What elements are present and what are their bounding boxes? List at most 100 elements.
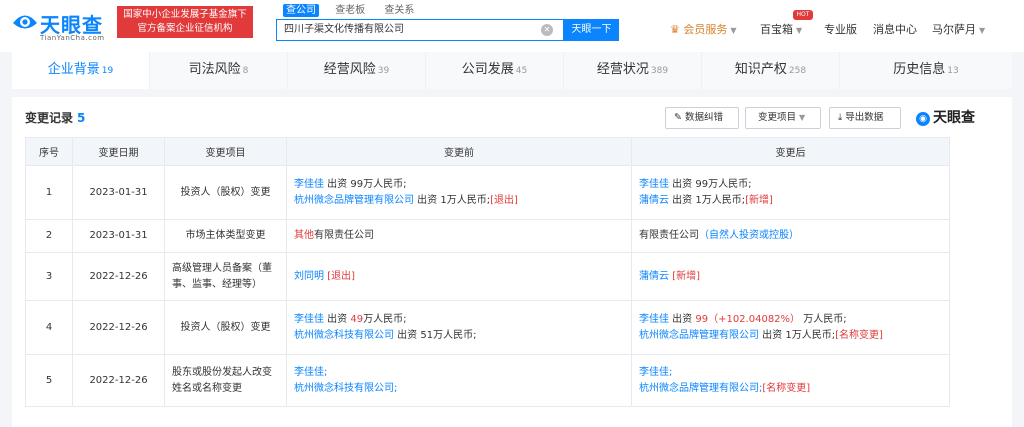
tab-count: 8 — [242, 66, 249, 76]
section-title: 变更记录 5 — [25, 109, 85, 126]
person-link[interactable]: 李佳佳 — [639, 179, 669, 190]
table-row: 2 2023-01-31 市场主体类型变更 其他有限责任公司 有限责任公司（自然… — [25, 219, 950, 253]
company-link[interactable]: 杭州微念品牌管理有限公司; — [639, 383, 762, 394]
person-link[interactable]: 李佳佳; — [294, 367, 327, 378]
cell-item: 投资人（股权）变更 — [164, 300, 287, 355]
tab-history[interactable]: 历史信息 13 — [840, 52, 1012, 89]
logo[interactable]: 天眼查 TianYanCha.com — [10, 8, 114, 42]
tab-label: 经营风险 — [323, 62, 376, 77]
logo-subtitle: TianYanCha.com — [40, 34, 105, 42]
person-link[interactable]: 蒲倩云 — [639, 271, 669, 282]
table-row: 3 2022-12-26 高级管理人员备案（董事、监事、经理等） 刘同明 [退出… — [25, 252, 950, 301]
nav-messages[interactable]: 消息中心 — [873, 22, 917, 38]
tab-operations[interactable]: 经营状况 389 — [564, 52, 702, 89]
change-records-table: 序号 变更日期 变更项目 变更前 变更后 1 2023-01-31 投资人（股权… — [25, 137, 950, 407]
col-header-date: 变更日期 — [72, 137, 165, 166]
cell-text: 出资 1万人民币; — [759, 329, 836, 341]
tab-count: 389 — [650, 66, 669, 76]
status-tag: [名称变更] — [762, 382, 811, 394]
tab-count: 13 — [947, 66, 959, 76]
cell-date: 2023-01-31 — [72, 219, 165, 253]
cell-no: 2 — [25, 219, 73, 253]
person-link[interactable]: 蒲倩云 — [639, 195, 669, 206]
cell-after: 李佳佳 出资 99（+102.04082%） 万人民币; 杭州微念品牌管理有限公… — [631, 300, 950, 355]
removed-text: 其他 — [294, 230, 314, 241]
chevron-down-icon: ▼ — [799, 113, 806, 122]
person-link[interactable]: 李佳佳 — [639, 314, 669, 325]
brand-label: 天眼查 — [933, 110, 975, 126]
amount-text: 49 — [350, 313, 364, 325]
nav-user-label: 马尔萨月 — [932, 23, 976, 36]
export-data-button[interactable]: ⤓ 导出数据 — [829, 107, 901, 129]
cell-no: 1 — [25, 165, 73, 220]
company-link[interactable]: 杭州微念品牌管理有限公司 — [639, 330, 759, 341]
person-link[interactable]: 李佳佳; — [639, 367, 672, 378]
search-tab-company[interactable]: 查公司 — [283, 4, 319, 17]
logo-eye-icon — [13, 15, 37, 29]
company-link[interactable]: 杭州微念科技有限公司 — [294, 330, 394, 341]
cell-text: 有限责任公司 — [639, 230, 699, 241]
tab-label: 企业背景 — [47, 62, 100, 77]
nav-user[interactable]: 马尔萨月 ▼ — [932, 22, 985, 38]
search-type-tabs: 查公司 查老板 查关系 — [283, 4, 427, 18]
person-link[interactable]: 刘同明 — [294, 271, 324, 282]
tab-legal-risk[interactable]: 司法风险 8 — [150, 52, 288, 89]
nav-vip-label: 会员服务 — [683, 23, 728, 36]
nav-pro[interactable]: 专业版 — [824, 22, 857, 38]
gov-badge: 国家中小企业发展子基金旗下 官方备案企业征信机构 — [117, 6, 253, 38]
cell-no: 3 — [25, 252, 73, 301]
search-tab-relation[interactable]: 查关系 — [381, 4, 417, 17]
cell-before: 李佳佳; 杭州微念科技有限公司; — [286, 354, 632, 407]
tab-ip[interactable]: 知识产权 258 — [702, 52, 840, 89]
cell-item: 股东或股份发起人改变姓名或名称变更 — [164, 354, 287, 407]
tab-count: 258 — [788, 66, 807, 76]
change-item-filter[interactable]: 变更项目 ▼ — [745, 107, 821, 129]
person-link[interactable]: 李佳佳 — [294, 179, 324, 190]
chevron-down-icon: ▼ — [730, 26, 737, 35]
cell-text: 出资 1万人民币; — [669, 194, 746, 206]
tab-background[interactable]: 企业背景 19 — [12, 52, 150, 89]
hot-badge: HOT — [793, 10, 813, 20]
cell-no: 5 — [25, 354, 73, 407]
cell-text: 出资 1万人民币; — [414, 194, 491, 206]
data-feedback-button[interactable]: ✎ 数据纠错 — [665, 107, 739, 129]
tab-development[interactable]: 公司发展 45 — [426, 52, 564, 89]
cell-after: 蒲倩云 [新增] — [631, 252, 950, 301]
clear-icon[interactable]: ✕ — [541, 24, 553, 36]
gov-badge-line2: 官方备案企业征信机构 — [137, 23, 233, 34]
search-tab-boss[interactable]: 查老板 — [332, 4, 368, 17]
cell-text: 万人民币; — [800, 313, 847, 325]
cell-text: 出资 99万人民币; — [669, 178, 752, 190]
person-link[interactable]: 李佳佳 — [294, 314, 324, 325]
cell-after: 李佳佳; 杭州微念品牌管理有限公司;[名称变更] — [631, 354, 950, 407]
data-feedback-label: 数据纠错 — [685, 112, 724, 123]
company-link[interactable]: 杭州微念品牌管理有限公司 — [294, 195, 414, 206]
col-header-item: 变更项目 — [164, 137, 287, 166]
company-link[interactable]: 杭州微念科技有限公司; — [294, 383, 397, 394]
status-tag: [名称变更] — [835, 329, 883, 341]
cell-text: 出资 — [324, 313, 351, 325]
tab-label: 经营状况 — [596, 62, 649, 77]
tab-label: 历史信息 — [893, 62, 946, 77]
search-input[interactable]: 四川子渠文化传播有限公司 ✕ — [276, 19, 564, 41]
added-text: （自然人投资或控股） — [699, 230, 799, 241]
cell-no: 4 — [25, 300, 73, 355]
table-header-row: 序号 变更日期 变更项目 变更前 变更后 — [25, 137, 950, 166]
cell-after: 李佳佳 出资 99万人民币; 蒲倩云 出资 1万人民币;[新增] — [631, 165, 950, 220]
top-bar: 天眼查 TianYanCha.com 国家中小企业发展子基金旗下 官方备案企业征… — [0, 0, 1024, 52]
change-item-filter-label: 变更项目 — [758, 112, 797, 123]
table-row: 1 2023-01-31 投资人（股权）变更 李佳佳 出资 99万人民币; 杭州… — [25, 165, 950, 220]
tab-business-risk[interactable]: 经营风险 39 — [288, 52, 426, 89]
search-button[interactable]: 天眼一下 — [564, 19, 619, 41]
cell-date: 2023-01-31 — [72, 165, 165, 220]
edit-icon: ✎ — [674, 112, 682, 123]
cell-item: 市场主体类型变更 — [164, 219, 287, 253]
cell-item: 高级管理人员备案（董事、监事、经理等） — [164, 252, 287, 301]
nav-vip-service[interactable]: ♛ 会员服务 ▼ — [670, 22, 737, 38]
search-input-value: 四川子渠文化传播有限公司 — [284, 24, 404, 35]
cell-text: 出资 51万人民币; — [394, 329, 477, 341]
status-tag: [新增] — [745, 194, 773, 206]
category-tabs: 企业背景 19 司法风险 8 经营风险 39 公司发展 45 经营状况 389 知识产权 2… — [12, 52, 1012, 89]
nav-toolbox[interactable]: 百宝箱 ▼ — [760, 22, 802, 38]
col-header-after: 变更后 — [631, 137, 950, 166]
